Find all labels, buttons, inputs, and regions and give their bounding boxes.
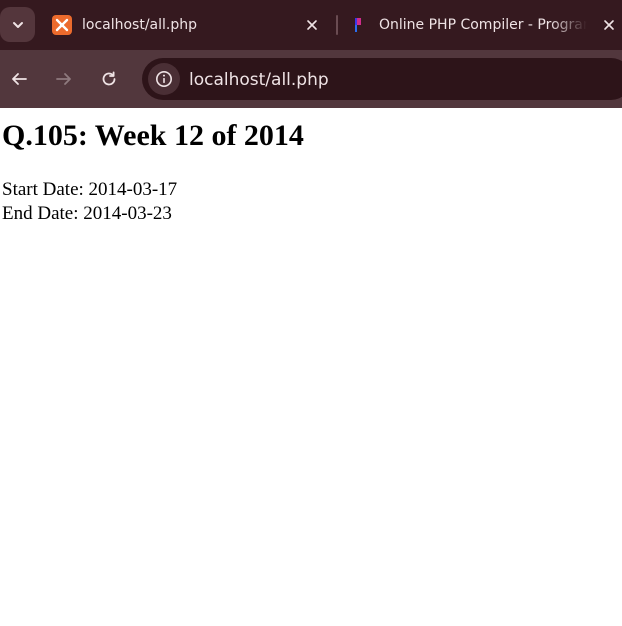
tab-divider: [336, 15, 338, 35]
tab-title: Online PHP Compiler - Programiz: [379, 17, 587, 33]
arrow-left-icon: [12, 73, 27, 85]
end-date-text: End Date: 2014-03-23: [2, 203, 172, 224]
programiz-icon: [355, 18, 361, 32]
page-heading: Q.105: Week 12 of 2014: [2, 119, 304, 152]
page-content: Q.105: Week 12 of 2014 Start Date: 2014-…: [0, 108, 622, 626]
reload-button[interactable]: [93, 63, 125, 95]
tab-localhost[interactable]: localhost/all.php: [44, 0, 333, 50]
arrow-right-icon: [56, 73, 71, 85]
chevron-down-icon: [12, 21, 23, 28]
close-icon[interactable]: [302, 15, 322, 35]
reload-icon: [102, 71, 116, 86]
xampp-icon: [52, 15, 72, 35]
forward-button[interactable]: [48, 63, 80, 95]
close-icon[interactable]: [599, 15, 619, 35]
site-info-button[interactable]: [148, 63, 180, 95]
start-date-text: Start Date: 2014-03-17: [2, 179, 178, 200]
tab-strip: localhost/all.php Online PHP Compiler - …: [0, 0, 622, 50]
url-text[interactable]: localhost/all.php: [189, 69, 329, 91]
tab-programiz[interactable]: Online PHP Compiler - Programiz: [340, 0, 622, 50]
tab-title: localhost/all.php: [82, 17, 198, 33]
back-button[interactable]: [3, 63, 35, 95]
tab-search-button[interactable]: [0, 7, 35, 42]
info-icon: [156, 71, 172, 87]
